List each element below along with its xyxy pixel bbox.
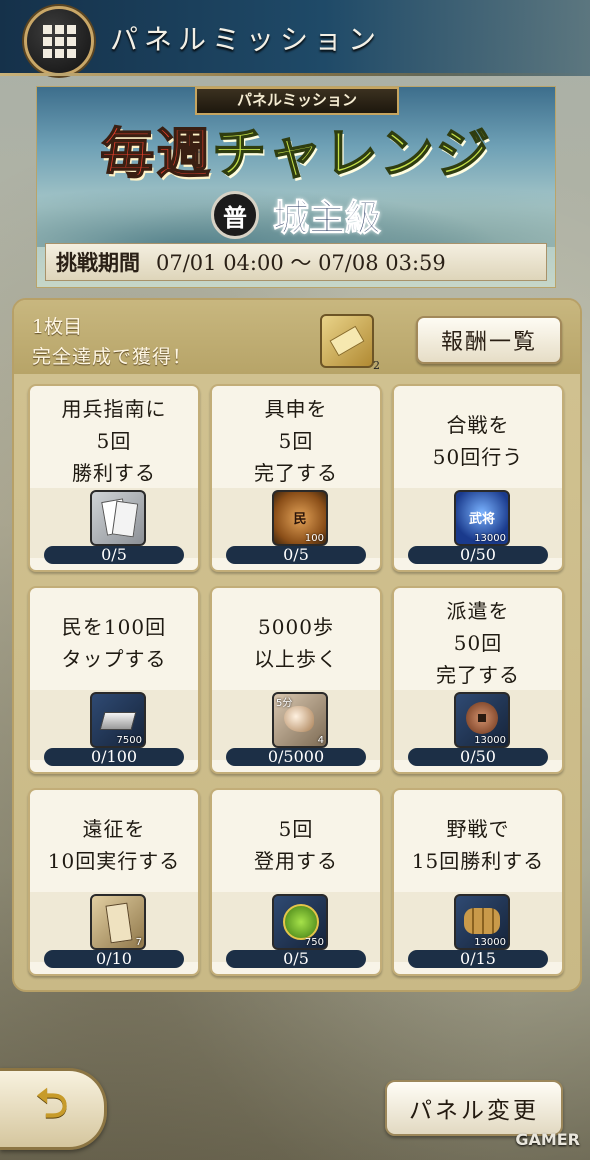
mission-card[interactable]: 民を100回 タップする 7500 0/100 [28,586,200,774]
mission-progress: 0/15 [408,950,548,968]
sheet-label: 1枚目 [32,316,83,338]
mission-description: 派遣を 50回 完了する [394,594,562,692]
silver-ingot-icon: 7500 [90,692,146,748]
mission-line: 以上歩く [254,647,338,671]
mission-line: 用兵指南に [61,397,167,421]
mission-line: 10回実行する [47,849,181,873]
blue-orb-icon: 武将 13000 [454,490,510,546]
rank-badge-icon: 普 [210,191,259,239]
item-quantity: 7500 [116,735,142,746]
bronze-medal-icon: 民 100 [272,490,328,546]
mission-line: 5000歩 [258,615,334,639]
mission-card[interactable]: 遠征を 10回実行する 7 0/10 [28,788,200,976]
mission-card[interactable]: 5回 登用する 750 0/5 [210,788,382,976]
reward-list-button[interactable]: 報酬一覧 [416,316,562,364]
mission-line: 50回行う [432,445,524,469]
mission-progress: 0/5 [44,546,184,564]
period-value: 07/01 04:00 ～ 07/08 03:59 [156,251,446,275]
menu-button[interactable] [24,6,94,76]
mission-line: 民を100回 [61,615,167,639]
icon-text: 武将 [468,512,495,527]
change-panel-button[interactable]: パネル変更 [385,1080,563,1136]
mission-description: 遠征を 10回実行する [30,796,198,894]
mission-line: 50回 [453,631,503,655]
banner-title-weekly: 毎週 [100,121,213,185]
back-button[interactable]: ⮌ [0,1068,107,1150]
item-quantity: 7 [135,937,142,948]
banner-rank: 普 城主級 [37,189,555,241]
mission-description: 5回 登用する [212,796,380,894]
item-quantity: 13000 [474,533,506,544]
mission-progress: 0/100 [44,748,184,766]
mission-card[interactable]: 派遣を 50回 完了する 13000 0/50 [392,586,564,774]
mission-description: 野戦で 15回勝利する [394,796,562,894]
mission-progress: 0/10 [44,950,184,968]
grid-menu-icon [42,24,76,58]
mission-line: 5回 [278,817,314,841]
ticket-icon [90,490,146,546]
rice-bales-icon: 13000 [454,894,510,950]
mission-description: 5000歩 以上歩く [212,594,380,692]
mission-line: 具申を [264,397,328,421]
panel-header: 1枚目 完全達成で獲得！ 2 報酬一覧 [14,300,580,374]
rank-text: 城主級 [272,197,381,240]
horse-tag-icon: 7 [90,894,146,950]
item-quantity: 100 [304,533,324,544]
mission-line: 勝利する [72,461,156,485]
mission-line: 15回勝利する [411,849,545,873]
mission-progress: 0/5 [226,950,366,968]
banner-title: 毎週チャレンジ [37,121,555,185]
mission-description: 用兵指南に 5回 勝利する [30,392,198,490]
mission-line: タップする [61,647,167,671]
gamer-watermark: GAMER [515,1130,580,1149]
mission-line: 5回 [278,429,314,453]
mission-line: 完了する [436,663,520,687]
mission-line: 野戦で [446,817,510,841]
mission-progress: 0/5 [226,546,366,564]
mission-card[interactable]: 具申を 5回 完了する 民 100 0/5 [210,384,382,572]
item-quantity: 13000 [474,735,506,746]
mission-line: 5回 [96,429,132,453]
mission-description: 合戦を 50回行う [394,392,562,490]
mission-description: 具申を 5回 完了する [212,392,380,490]
mission-card[interactable]: 野戦で 15回勝利する 13000 0/15 [392,788,564,976]
mission-line: 遠征を [82,817,146,841]
mission-card[interactable]: 合戦を 50回行う 武将 13000 0/50 [392,384,564,572]
banner-tag: パネルミッション [195,87,399,115]
item-quantity: 4 [317,735,324,746]
mission-line: 登用する [254,849,338,873]
top-bar: パネルミッション [0,0,590,76]
challenge-period: 挑戦期間 07/01 04:00 ～ 07/08 03:59 [45,243,547,281]
mission-line: 合戦を [446,413,510,437]
period-label: 挑戦期間 [56,250,140,275]
conch-shell-icon: 5分 4 [272,692,328,748]
mission-line: 完了する [254,461,338,485]
weekly-challenge-banner: パネルミッション 毎週チャレンジ 普 城主級 挑戦期間 07/01 04:00 … [36,86,556,288]
green-seal-icon: 750 [272,894,328,950]
mission-card[interactable]: 5000歩 以上歩く 5分 4 0/5000 [210,586,382,774]
mission-grid: 用兵指南に 5回 勝利する 0/5 具申を 5回 完了する 民 100 0/5 [28,384,568,976]
mission-card[interactable]: 用兵指南に 5回 勝利する 0/5 [28,384,200,572]
mission-panel: 1枚目 完全達成で獲得！ 2 報酬一覧 用兵指南に 5回 勝利する 0/5 具申… [12,298,582,992]
icon-text: 5分 [276,698,293,709]
icon-text: 民 [293,512,307,527]
page-title: パネルミッション [110,23,383,56]
item-quantity: 13000 [474,937,506,948]
item-quantity: 750 [304,937,324,948]
reward-label: 完全達成で獲得！ [32,346,193,368]
reward-count: 2 [373,359,380,372]
mission-progress: 0/50 [408,546,548,564]
mission-progress: 0/50 [408,748,548,766]
mission-progress: 0/5000 [226,748,366,766]
banner-title-challenge: チャレンジ [212,121,492,185]
mission-line: 派遣を [446,599,510,623]
reward-ticket-icon[interactable]: 2 [320,314,380,372]
coin-icon: 13000 [454,692,510,748]
mission-description: 民を100回 タップする [30,594,198,692]
back-arrow-icon: ⮌ [35,1081,69,1127]
